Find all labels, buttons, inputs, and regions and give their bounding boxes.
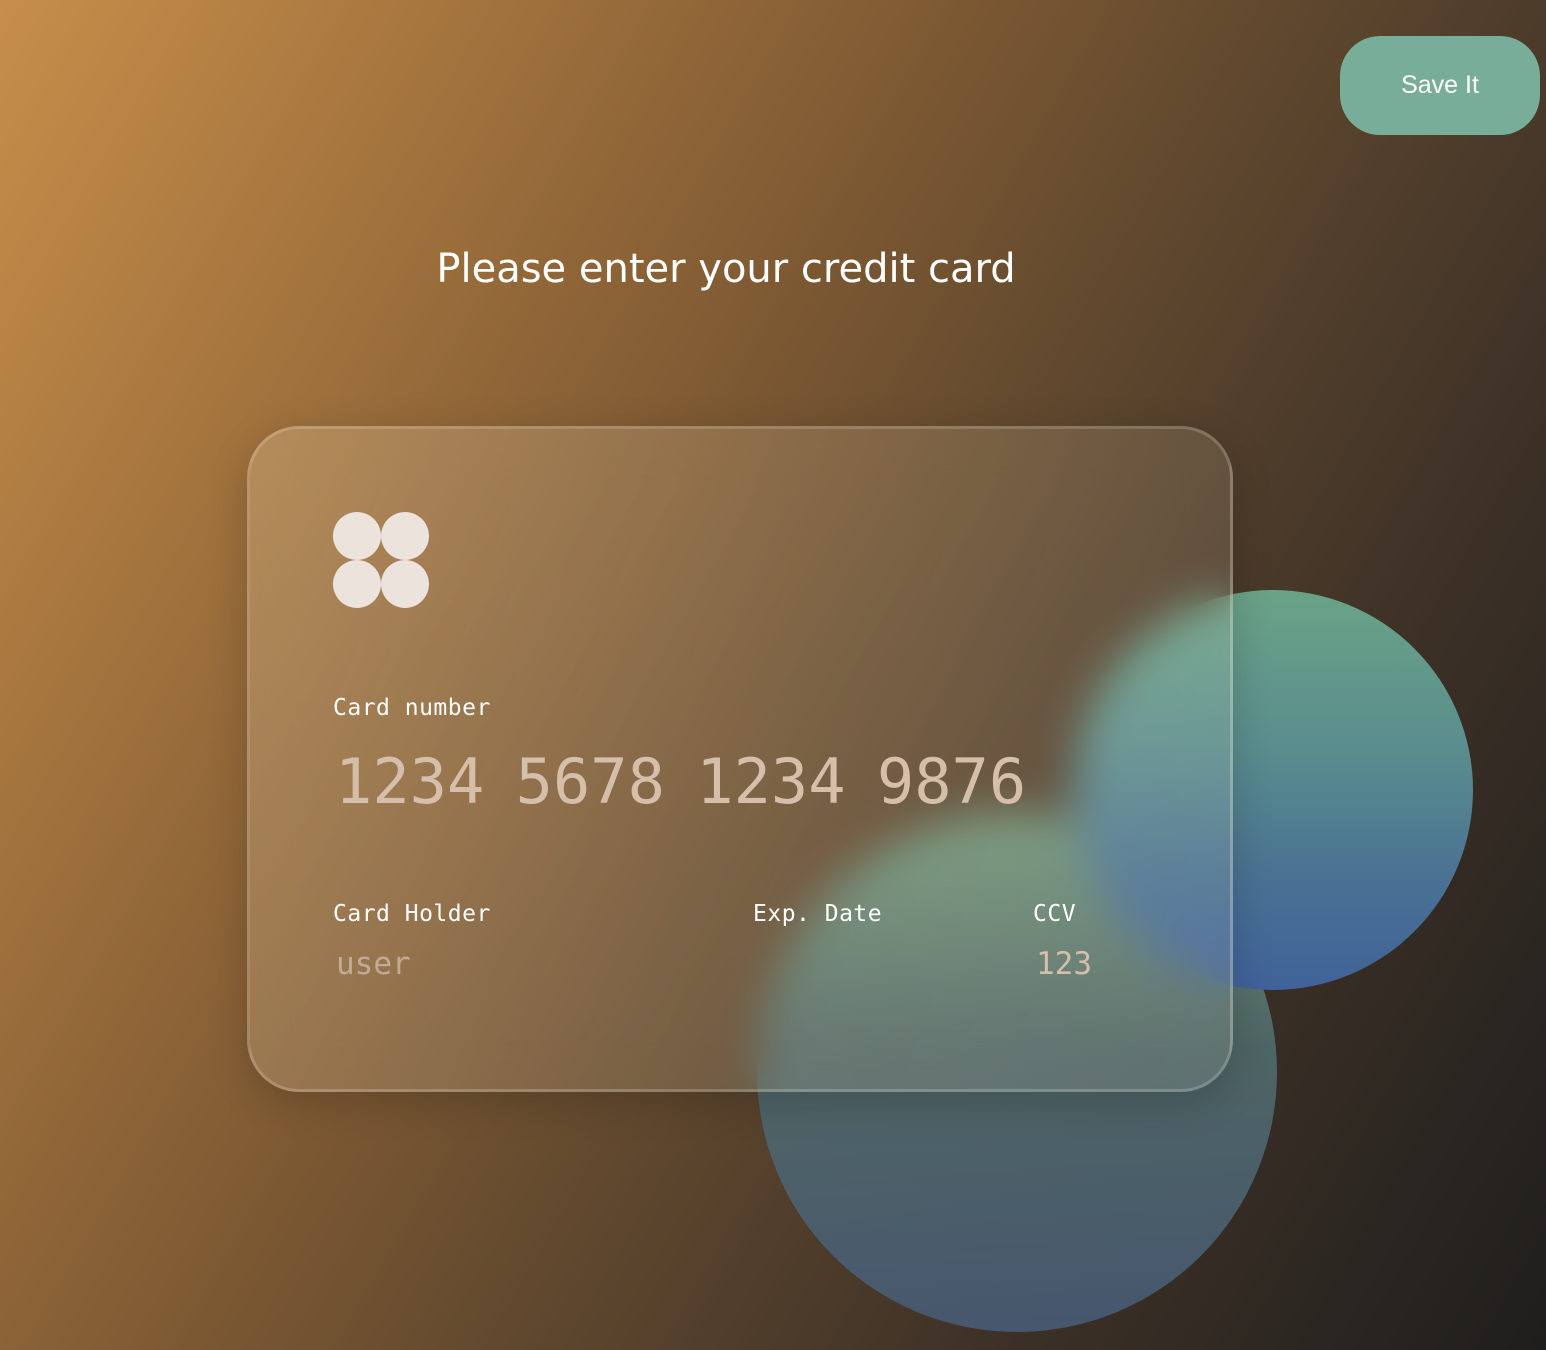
card-number-input[interactable]	[335, 741, 1055, 821]
logo-circle	[333, 560, 381, 608]
card-holder-input[interactable]	[336, 942, 676, 986]
card-number-label: Card number	[333, 695, 491, 721]
exp-date-label: Exp. Date	[753, 901, 883, 927]
save-button[interactable]: Save It	[1340, 36, 1540, 135]
page-title: Please enter your credit card	[436, 246, 1016, 292]
exp-date-input[interactable]	[755, 942, 975, 986]
ccv-label: CCV	[1033, 901, 1077, 927]
four-circles-logo-icon	[333, 512, 429, 608]
card-holder-label: Card Holder	[333, 901, 491, 927]
credit-card-form: Card number Card Holder Exp. Date CCV	[247, 426, 1233, 1092]
logo-circle	[381, 512, 429, 560]
logo-circle	[381, 560, 429, 608]
ccv-input[interactable]	[1036, 942, 1176, 986]
logo-circle	[333, 512, 381, 560]
